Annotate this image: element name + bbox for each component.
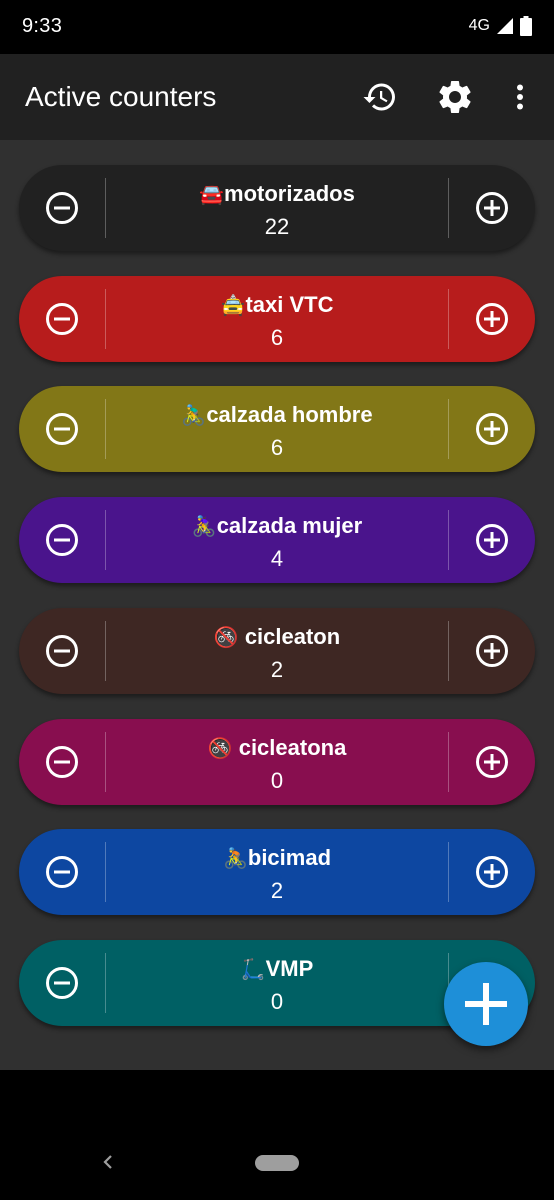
- counter-card: 🚴‍♂️calzada hombre 6: [19, 386, 535, 472]
- counter-name: 🚖taxi VTC: [106, 292, 448, 318]
- increment-button[interactable]: [449, 719, 535, 805]
- decrement-button[interactable]: [19, 829, 105, 915]
- system-navigation-bar: [0, 1070, 554, 1200]
- status-bar: 9:33 4G: [0, 0, 554, 54]
- counter-label: cicleatona: [232, 735, 347, 760]
- decrement-button[interactable]: [19, 497, 105, 583]
- counter-label: bicimad: [247, 845, 332, 870]
- page-title: Active counters: [25, 81, 217, 112]
- counter-value: 6: [270, 325, 284, 350]
- counter-value: 2: [270, 878, 284, 903]
- decrement-button[interactable]: [19, 276, 105, 362]
- counter-info[interactable]: 🚴‍♂️calzada hombre 6: [106, 386, 448, 472]
- counter-card: 🚳 cicleaton 2: [19, 608, 535, 694]
- counter-value: 6: [270, 435, 284, 460]
- restore-icon[interactable]: [360, 77, 400, 117]
- decrement-button[interactable]: [19, 165, 105, 251]
- minus-circle-icon: [46, 635, 78, 667]
- counter-name: 🛴VMP: [106, 956, 448, 982]
- minus-circle-icon: [46, 856, 78, 888]
- network-type: 4G: [468, 17, 490, 34]
- counter-card: 🚘motorizados 22: [19, 165, 535, 251]
- minus-circle-icon: [46, 524, 78, 556]
- counter-value: 4: [270, 546, 284, 571]
- decrement-button[interactable]: [19, 608, 105, 694]
- counter-name: 🚴‍♂️calzada hombre: [106, 402, 448, 428]
- decrement-button[interactable]: [19, 386, 105, 472]
- minus-circle-icon: [46, 303, 78, 335]
- plus-circle-icon: [476, 303, 508, 335]
- counter-card: 🚖taxi VTC 6: [19, 276, 535, 362]
- counter-emoji: 🚴: [222, 848, 248, 870]
- counter-value: 22: [264, 214, 290, 239]
- plus-circle-icon: [476, 635, 508, 667]
- counter-emoji: 🚴‍♂️: [181, 405, 207, 427]
- counter-label: taxi VTC: [245, 292, 334, 317]
- counter-info[interactable]: 🚴‍♀️calzada mujer 4: [106, 497, 448, 583]
- plus-circle-icon: [476, 524, 508, 556]
- counter-label: calzada mujer: [216, 513, 363, 538]
- signal-icon: [497, 18, 513, 34]
- plus-circle-icon: [476, 856, 508, 888]
- minus-circle-icon: [46, 746, 78, 778]
- app-bar: Active counters: [0, 54, 554, 140]
- add-counter-button[interactable]: [444, 962, 528, 1046]
- counter-value: 2: [270, 657, 284, 682]
- counter-value: 0: [270, 768, 284, 793]
- counter-label: cicleaton: [238, 624, 341, 649]
- plus-circle-icon: [476, 746, 508, 778]
- counter-name: 🚴‍♀️calzada mujer: [106, 513, 448, 539]
- status-time: 9:33: [22, 15, 63, 37]
- increment-button[interactable]: [449, 165, 535, 251]
- counter-emoji: 🚘: [199, 184, 225, 206]
- increment-button[interactable]: [449, 276, 535, 362]
- counter-info[interactable]: 🚳 cicleatona 0: [106, 719, 448, 805]
- plus-circle-icon: [476, 413, 508, 445]
- counter-label: VMP: [265, 956, 314, 981]
- minus-circle-icon: [46, 967, 78, 999]
- counter-info[interactable]: 🚘motorizados 22: [106, 165, 448, 251]
- home-pill[interactable]: [255, 1155, 299, 1171]
- counter-name: 🚘motorizados: [106, 181, 448, 207]
- counter-emoji: 🚴‍♀️: [191, 516, 217, 538]
- add-icon: [465, 983, 507, 1025]
- plus-circle-icon: [476, 192, 508, 224]
- gear-icon[interactable]: [435, 77, 475, 117]
- counter-value: 0: [270, 989, 284, 1014]
- counter-info[interactable]: 🚖taxi VTC 6: [106, 276, 448, 362]
- counter-emoji: 🚳: [207, 738, 233, 760]
- counter-emoji: 🛴: [240, 959, 266, 981]
- counter-info[interactable]: 🚳 cicleaton 2: [106, 608, 448, 694]
- increment-button[interactable]: [449, 608, 535, 694]
- counter-name: 🚴bicimad: [106, 845, 448, 871]
- counter-emoji: 🚳: [213, 627, 239, 649]
- increment-button[interactable]: [449, 386, 535, 472]
- counter-info[interactable]: 🚴bicimad 2: [106, 829, 448, 915]
- increment-button[interactable]: [449, 829, 535, 915]
- counter-card: 🚳 cicleatona 0: [19, 719, 535, 805]
- increment-button[interactable]: [449, 497, 535, 583]
- counter-label: motorizados: [224, 181, 355, 206]
- battery-icon: [520, 16, 532, 36]
- counter-card: 🚴bicimad 2: [19, 829, 535, 915]
- status-indicators: 4G: [469, 16, 532, 36]
- counter-emoji: 🚖: [220, 295, 246, 317]
- counter-card: 🚴‍♀️calzada mujer 4: [19, 497, 535, 583]
- counter-name: 🚳 cicleaton: [106, 624, 448, 650]
- counter-info[interactable]: 🛴VMP 0: [106, 940, 448, 1026]
- minus-circle-icon: [46, 413, 78, 445]
- decrement-button[interactable]: [19, 719, 105, 805]
- decrement-button[interactable]: [19, 940, 105, 1026]
- back-icon[interactable]: [96, 1150, 120, 1174]
- minus-circle-icon: [46, 192, 78, 224]
- counter-name: 🚳 cicleatona: [106, 735, 448, 761]
- counters-list: 🚘motorizados 22 🚖taxi VTC 6: [0, 140, 554, 1070]
- more-vertical-icon[interactable]: [500, 77, 540, 117]
- counter-label: calzada hombre: [206, 402, 373, 427]
